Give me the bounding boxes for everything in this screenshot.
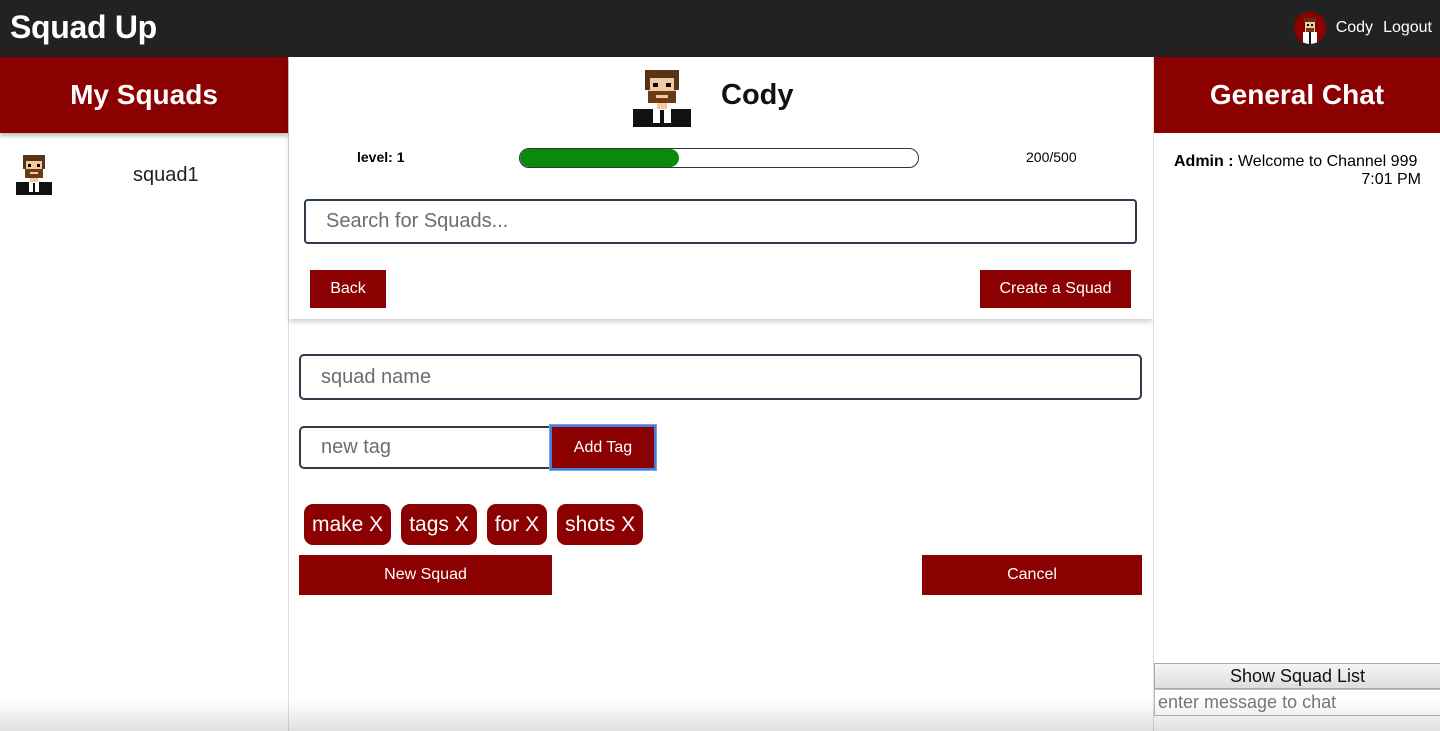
chat-message-time: 7:01 PM [1361, 171, 1421, 188]
squad-name-input[interactable] [299, 354, 1142, 400]
general-chat-header: General Chat [1154, 57, 1440, 133]
my-squads-panel: My Squads squad1 [0, 57, 289, 731]
profile-card: Cody level: 1 200/500 Back Create a Squa… [289, 57, 1153, 319]
tag-chip[interactable]: shots X [557, 504, 644, 545]
general-chat-panel: General Chat Admin : Welcome to Channel … [1153, 57, 1440, 731]
squad-list-item[interactable]: squad1 [12, 153, 282, 197]
profile-avatar-icon [633, 70, 691, 127]
level-label: level: 1 [357, 149, 405, 165]
cancel-button[interactable]: Cancel [922, 555, 1142, 595]
tag-list: make X tags X for X shots X [304, 504, 653, 545]
xp-text: 200/500 [1026, 149, 1077, 165]
xp-progress-fill [520, 149, 680, 167]
squad-search-input[interactable] [304, 199, 1137, 244]
chat-message-text: Welcome to Channel 999 [1233, 153, 1418, 170]
add-tag-button[interactable]: Add Tag [549, 424, 657, 471]
new-tag-input[interactable] [299, 426, 553, 469]
new-squad-button[interactable]: New Squad [299, 555, 552, 595]
chat-message-author: Admin : [1174, 153, 1234, 170]
profile-name: Cody [721, 79, 794, 111]
logout-link[interactable]: Logout [1383, 19, 1432, 37]
username-link[interactable]: Cody [1336, 19, 1373, 37]
user-avatar-icon[interactable] [1293, 12, 1326, 44]
squad-avatar-icon [16, 155, 52, 195]
main-content: Cody level: 1 200/500 Back Create a Squa… [289, 57, 1153, 731]
chat-message: Admin : Welcome to Channel 999 7:01 PM [1174, 153, 1421, 189]
app-title[interactable]: Squad Up [10, 9, 157, 46]
show-squad-list-button[interactable]: Show Squad List [1154, 663, 1440, 689]
create-squad-button[interactable]: Create a Squad [980, 270, 1131, 308]
xp-progress-bar [519, 148, 919, 168]
back-button[interactable]: Back [310, 270, 386, 308]
chat-message-input[interactable] [1154, 689, 1440, 716]
my-squads-header: My Squads [0, 57, 288, 133]
top-navbar: Squad Up Cody Logout [0, 0, 1440, 57]
squad-name: squad1 [133, 163, 199, 186]
tag-chip[interactable]: for X [486, 504, 548, 545]
user-menu: Cody Logout [1293, 12, 1432, 44]
tag-chip[interactable]: make X [304, 504, 392, 545]
tag-chip[interactable]: tags X [401, 504, 477, 545]
